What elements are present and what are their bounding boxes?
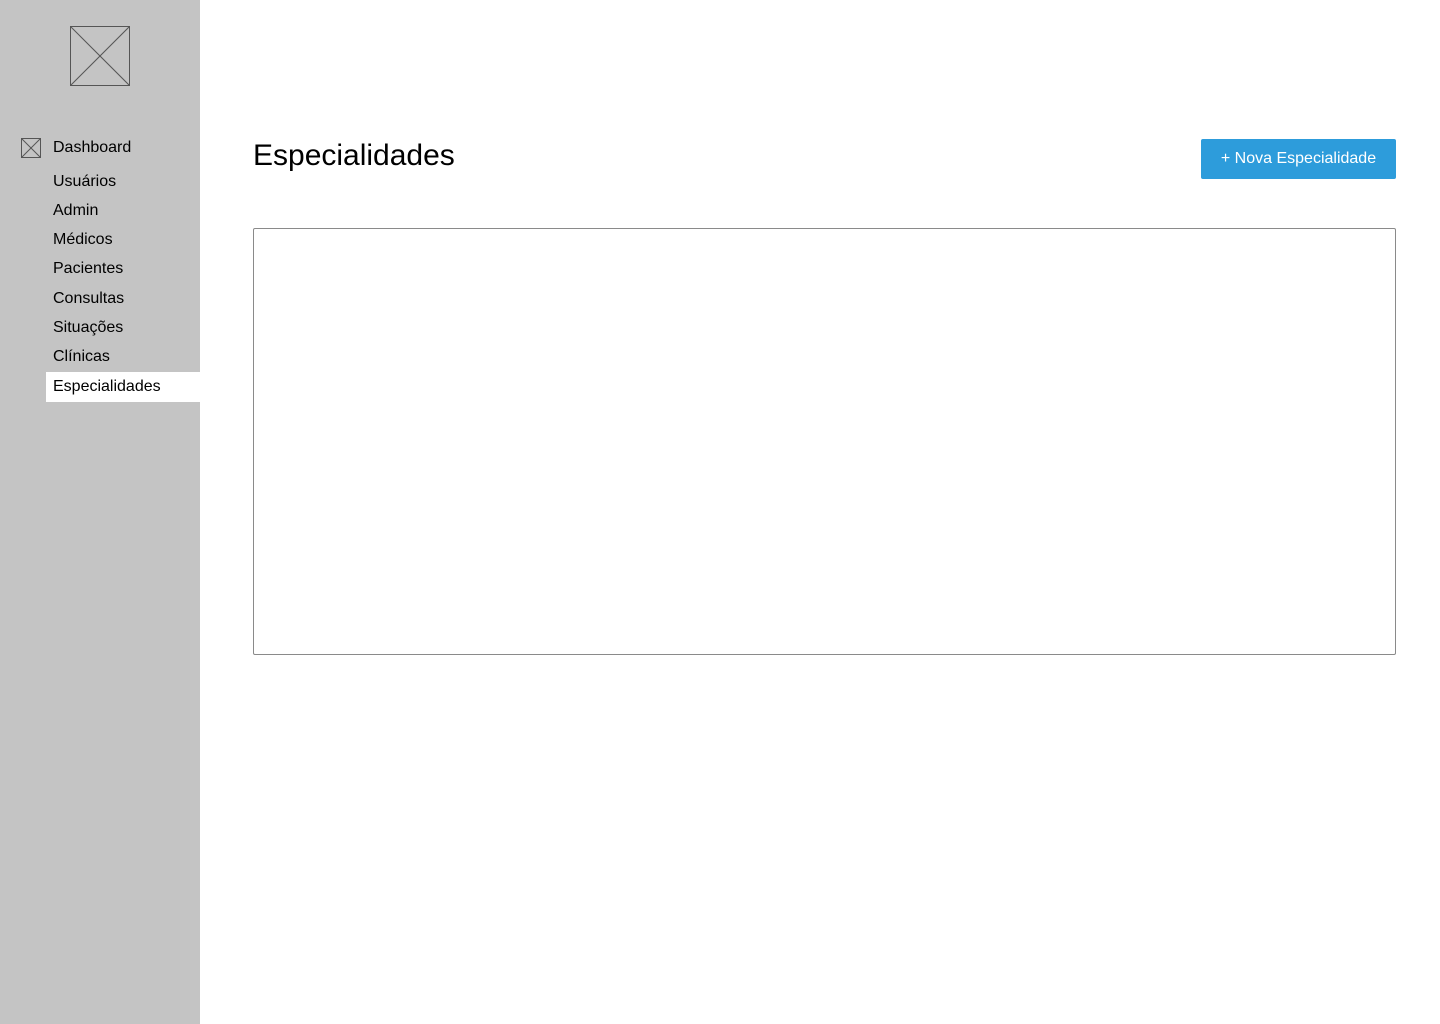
- page-title: Especialidades: [253, 139, 455, 172]
- logo-placeholder-icon: [70, 26, 130, 86]
- sidebar: Dashboard Usuários Admin Médicos Pacient…: [0, 0, 200, 1024]
- dashboard-icon: [21, 138, 41, 158]
- sidebar-item-dashboard[interactable]: Dashboard: [46, 133, 200, 163]
- sidebar-item-medicos[interactable]: Médicos: [46, 225, 200, 255]
- sidebar-item-usuarios[interactable]: Usuários: [46, 167, 200, 197]
- sidebar-item-clinicas[interactable]: Clínicas: [46, 342, 200, 372]
- app-root: Dashboard Usuários Admin Médicos Pacient…: [0, 0, 1440, 1024]
- sidebar-item-situacoes[interactable]: Situações: [46, 313, 200, 343]
- sidebar-item-consultas[interactable]: Consultas: [46, 284, 200, 314]
- new-specialty-button[interactable]: + Nova Especialidade: [1201, 139, 1396, 179]
- sidebar-item-pacientes[interactable]: Pacientes: [46, 254, 200, 284]
- sidebar-item-admin[interactable]: Admin: [46, 196, 200, 226]
- specialties-list-panel: [253, 228, 1396, 655]
- sidebar-item-especialidades[interactable]: Especialidades: [46, 372, 200, 402]
